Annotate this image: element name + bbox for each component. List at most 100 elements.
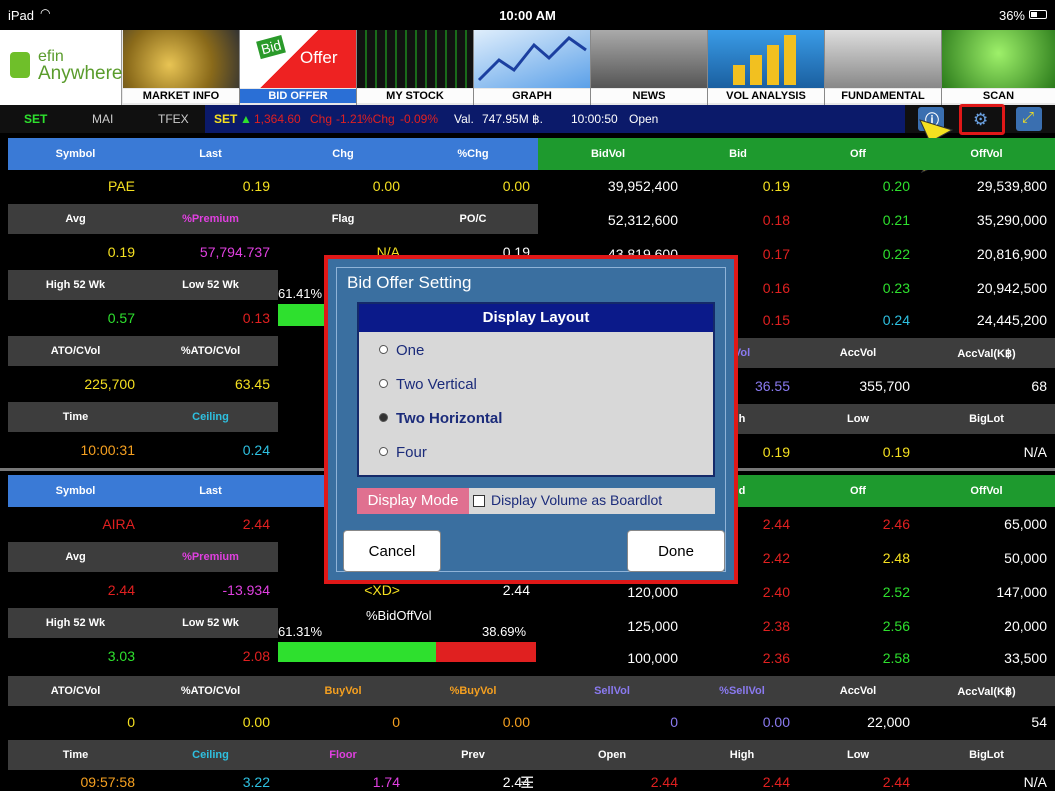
- offvol-3: 147,000: [996, 584, 1047, 600]
- drag-handle-icon[interactable]: ☰: [520, 773, 534, 791]
- my-stock-icon: [357, 30, 473, 88]
- option-label: Two Vertical: [396, 376, 477, 393]
- val-label: Val.: [454, 112, 474, 126]
- option-label: One: [396, 342, 425, 359]
- hdr-off: Off: [850, 485, 866, 497]
- layout-option-four[interactable]: Four: [379, 444, 427, 461]
- hdr-chg: Chg: [332, 148, 354, 160]
- expand-button[interactable]: ⤢: [1016, 107, 1042, 131]
- tab-mai[interactable]: MAI: [92, 112, 113, 126]
- logo-mark-icon: [10, 52, 30, 78]
- hdr-prev: Prev: [461, 749, 485, 761]
- logo-text-line2: Anywhere: [38, 63, 123, 84]
- market-ticker: SET MAI TFEX SET ▲ 1,364.60 Chg -1.21 %C…: [0, 105, 1055, 133]
- bid-offer-icon-text-offer: Offer: [300, 48, 338, 67]
- off-4: 2.56: [882, 618, 910, 634]
- boardlot-checkbox-label[interactable]: Display Volume as Boardlot: [491, 492, 662, 508]
- hdr-accvol: AccVol: [839, 347, 877, 359]
- layout-option-two-horizontal[interactable]: Two Horizontal: [379, 410, 502, 427]
- bid-5: 2.36: [762, 650, 790, 666]
- menu-vol-analysis[interactable]: VOL ANALYSIS: [708, 30, 825, 105]
- hdr-ceiling: Ceiling: [192, 749, 229, 761]
- done-button[interactable]: Done: [627, 530, 725, 572]
- hdr-accvol: AccVol: [839, 685, 877, 697]
- hdr-pato: %ATO/CVol: [180, 685, 241, 697]
- ticker-time: 10:00:50: [571, 112, 618, 126]
- market-info-icon: [123, 30, 239, 88]
- off-3: 0.22: [882, 246, 910, 262]
- val-value: 747.95M ฿.: [482, 112, 544, 126]
- offvol-1: 65,000: [1004, 516, 1047, 532]
- offvol-2: 35,290,000: [976, 212, 1047, 228]
- hdr-low: Low: [847, 749, 869, 761]
- vol-analysis-icon: [708, 30, 824, 88]
- bidvol-2: 52,312,600: [607, 212, 678, 228]
- menu-graph[interactable]: GRAPH: [474, 30, 591, 105]
- offvol-5: 24,445,200: [976, 312, 1047, 328]
- hdr-symbol: Symbol: [55, 485, 96, 497]
- time-value: 09:57:58: [80, 774, 136, 790]
- boardlot-checkbox[interactable]: [473, 495, 485, 507]
- display-mode-label: Display Mode: [357, 488, 469, 514]
- tab-tfex[interactable]: TFEX: [158, 112, 189, 126]
- layout-option-one[interactable]: One: [379, 342, 424, 359]
- hdr-bidvol: BidVol: [590, 148, 625, 160]
- hdr-low: Low: [847, 413, 869, 425]
- off-4: 0.23: [882, 280, 910, 296]
- open-value: 2.44: [650, 774, 678, 790]
- bid-offer-setting-dialog: Bid Offer Setting Display Layout One Two…: [324, 255, 738, 584]
- gear-icon: ⚙: [973, 110, 989, 129]
- graph-icon: [474, 30, 590, 88]
- menu-label: FUNDAMENTAL: [825, 89, 941, 103]
- bar-chart-icon: [733, 35, 796, 85]
- high-value: 2.44: [762, 774, 790, 790]
- cancel-button[interactable]: Cancel: [343, 530, 441, 572]
- status-bar: iPad ◠ 10:00 AM 36%: [0, 0, 1055, 30]
- market-state: Open: [629, 112, 659, 126]
- hdr-last: Last: [199, 148, 222, 160]
- ato-value: 0: [127, 714, 135, 730]
- hdr-off: Off: [850, 148, 866, 160]
- accvol-value: 22,000: [867, 714, 910, 730]
- hdr-ceiling: Ceiling: [192, 411, 229, 423]
- hdr-bid: Bid: [729, 148, 747, 160]
- menu-scan[interactable]: SCAN: [942, 30, 1055, 105]
- menu-label: GRAPH: [474, 89, 590, 103]
- tab-set[interactable]: SET: [24, 112, 47, 126]
- offvol-4: 20,942,500: [976, 280, 1047, 296]
- layout-option-two-vertical[interactable]: Two Vertical: [379, 376, 477, 393]
- battery-percent: 36%: [998, 8, 1025, 23]
- pchg-value: -0.09%: [400, 112, 439, 126]
- hdr-accval: AccVal(K฿): [957, 686, 1016, 698]
- menu-label: SCAN: [942, 89, 1055, 103]
- accval-value: 68: [1031, 378, 1047, 394]
- hdr-time: Time: [62, 749, 89, 761]
- radio-icon: [379, 345, 388, 354]
- dialog-title: Bid Offer Setting: [347, 273, 472, 292]
- sellvol-value: 0: [670, 714, 678, 730]
- offvol-3: 20,816,900: [976, 246, 1047, 262]
- display-layout-group: Display Layout One Two Vertical Two Hori…: [357, 302, 715, 477]
- bid-4: 2.38: [762, 618, 790, 634]
- expand-icon: ⤢: [1022, 109, 1035, 126]
- menu-label: VOL ANALYSIS: [708, 89, 824, 103]
- hdr-biglot: BigLot: [969, 749, 1004, 761]
- option-label: Four: [396, 444, 427, 461]
- hdr-sellvol: SellVol: [594, 685, 630, 697]
- display-mode-row: Display Mode Display Volume as Boardlot: [357, 488, 715, 514]
- menu-news[interactable]: NEWS: [591, 30, 708, 105]
- scan-icon: [942, 30, 1055, 88]
- off-2: 2.48: [882, 550, 910, 566]
- chg-value: -1.21: [336, 112, 364, 126]
- offvol-2: 50,000: [1004, 550, 1047, 566]
- option-label: Two Horizontal: [396, 410, 503, 427]
- accval-value: 54: [1031, 714, 1047, 730]
- menu-fundamental[interactable]: FUNDAMENTAL: [825, 30, 942, 105]
- menu-label: MARKET INFO: [123, 89, 239, 103]
- menu-label: BID OFFER: [240, 89, 356, 103]
- hdr-buyvol: BuyVol: [324, 685, 362, 697]
- menu-market-info[interactable]: MARKET INFO: [123, 30, 240, 105]
- menu-bid-offer[interactable]: Bid Offer BID OFFER: [240, 30, 357, 105]
- menu-my-stock[interactable]: MY STOCK: [357, 30, 474, 105]
- bid-offer-icon: Bid Offer: [240, 30, 356, 88]
